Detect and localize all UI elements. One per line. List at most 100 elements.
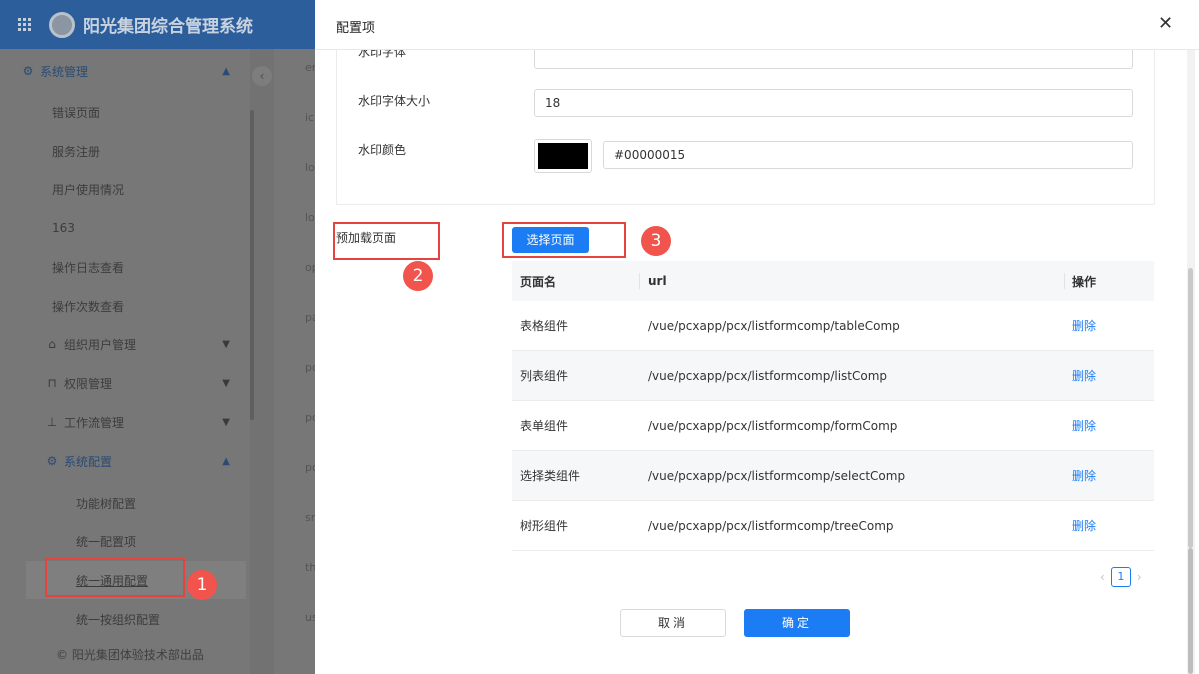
annotation-number-2: 2 (403, 261, 433, 291)
chevron-up-icon: ▲ (222, 455, 230, 467)
apps-grid-icon[interactable] (18, 17, 32, 32)
drawer-scrollbar-thumb-active[interactable] (1188, 548, 1193, 674)
cancel-button[interactable]: 取消 (620, 609, 726, 637)
sidebar-item-label: 统一按组织配置 (76, 612, 161, 627)
table-row: 树形组件 /vue/pcxapp/pcx/listformcomp/treeCo… (512, 501, 1154, 551)
delete-link[interactable]: 删除 (1072, 367, 1096, 384)
sidebar-item-label: 工作流管理 (64, 415, 125, 430)
column-divider (1064, 273, 1065, 289)
sidebar-item-operation-log[interactable]: 操作日志查看 (0, 248, 250, 286)
table-row: 表格组件 /vue/pcxapp/pcx/listformcomp/tableC… (512, 301, 1154, 351)
sidebar-item-label: 系统管理 (40, 64, 89, 79)
preload-pages-table: 页面名 url 操作 表格组件 /vue/pcxapp/pcx/listform… (512, 261, 1154, 551)
app-header: 阳光集团综合管理系统 (0, 0, 315, 49)
sidebar-scrollbar[interactable] (250, 110, 254, 420)
column-header-url: url (648, 274, 667, 288)
gear-icon: ⚙ (22, 64, 34, 78)
sidebar-item-label: 操作次数查看 (52, 299, 125, 314)
page-name-cell: 表单组件 (520, 419, 569, 433)
sidebar-item-label: 错误页面 (52, 105, 101, 120)
sidebar-section-system-config[interactable]: ⚙ 系统配置 ▲ (0, 442, 250, 480)
annotation-box-1 (45, 558, 185, 597)
sidebar-item-label: 统一配置项 (76, 534, 137, 549)
sidebar-group-workflow[interactable]: ⊥ 工作流管理 ▼ (0, 403, 250, 441)
app-title: 阳光集团综合管理系统 (83, 17, 253, 37)
page-url-cell: /vue/pcxapp/pcx/listformcomp/tableComp (648, 318, 900, 333)
page-name-cell: 列表组件 (520, 369, 569, 383)
copyright-footer: © 阳光集团体验技术部出品 (56, 648, 204, 662)
sidebar-item-label: 组织用户管理 (64, 337, 137, 352)
watermark-color-label: 水印颜色 (358, 143, 407, 157)
logo-icon (49, 11, 75, 38)
watermark-settings-card: 水印字体 水印字体大小 18 水印颜色 #00000015 (336, 39, 1155, 205)
chevron-down-icon: ▼ (222, 377, 230, 389)
table-row: 列表组件 /vue/pcxapp/pcx/listformcomp/listCo… (512, 351, 1154, 401)
close-icon[interactable]: ✕ (1158, 14, 1173, 34)
chevron-down-icon: ▼ (222, 416, 230, 428)
sidebar-item-unified-org-config[interactable]: 统一按组织配置 (0, 600, 250, 638)
chevron-down-icon: ▼ (222, 338, 230, 350)
config-drawer: 水印字体 水印字体大小 18 水印颜色 #00000015 配置项 ✕ 预加载页… (315, 0, 1199, 674)
drawer-scrollbar-thumb[interactable] (1188, 268, 1193, 548)
page-number-button[interactable]: 1 (1110, 567, 1131, 587)
delete-link[interactable]: 删除 (1072, 317, 1096, 334)
building-icon: ⌂ (48, 337, 56, 351)
workflow-icon: ⊥ (46, 415, 58, 429)
next-page-icon[interactable]: › (1137, 570, 1142, 584)
page-name-cell: 树形组件 (520, 519, 569, 533)
sidebar-section-system-management[interactable]: ⚙ 系统管理 ▲ (0, 52, 250, 90)
sidebar-item-163[interactable]: 163 (0, 209, 250, 247)
collapse-sidebar-icon[interactable]: ‹ (252, 66, 272, 86)
watermark-color-field[interactable]: #00000015 (603, 141, 1133, 169)
gear-icon: ⚙ (46, 454, 58, 468)
page-url-cell: /vue/pcxapp/pcx/listformcomp/selectComp (648, 468, 906, 483)
pagination: ‹ 1 › (1100, 567, 1142, 587)
sidebar-item-label: 用户使用情况 (52, 182, 125, 197)
column-divider (639, 273, 640, 289)
permission-icon: ⊓ (47, 376, 57, 390)
delete-link[interactable]: 删除 (1072, 417, 1096, 434)
sidebar-item-label: 操作日志查看 (52, 260, 125, 275)
sidebar-item-user-usage[interactable]: 用户使用情况 (0, 170, 250, 208)
sidebar-item-label: 163 (52, 221, 75, 235)
delete-link[interactable]: 删除 (1072, 517, 1096, 534)
sidebar-item-function-tree-config[interactable]: 功能树配置 (0, 484, 250, 522)
page-name-cell: 选择类组件 (520, 469, 581, 483)
annotation-box-2 (333, 222, 440, 260)
prev-page-icon[interactable]: ‹ (1100, 570, 1105, 584)
watermark-color-picker[interactable] (534, 139, 592, 173)
annotation-box-3 (502, 222, 626, 258)
main-fragment: lo (305, 161, 315, 174)
main-fragment: lo (305, 211, 315, 224)
column-header-operation: 操作 (1072, 274, 1097, 289)
annotation-number-3: 3 (641, 226, 671, 256)
main-content-background: er ic lo lo op pa po po po sn th us (274, 49, 319, 674)
column-header-name: 页面名 (520, 274, 557, 289)
drawer-title: 配置项 (336, 21, 376, 36)
sidebar-item-error-page[interactable]: 错误页面 (0, 93, 250, 131)
watermark-font-size-label: 水印字体大小 (358, 94, 431, 108)
table-row: 表单组件 /vue/pcxapp/pcx/listformcomp/formCo… (512, 401, 1154, 451)
drawer-header: 配置项 ✕ (315, 0, 1199, 50)
page-url-cell: /vue/pcxapp/pcx/listformcomp/formComp (648, 418, 898, 433)
table-header: 页面名 url 操作 (512, 261, 1154, 301)
page-url-cell: /vue/pcxapp/pcx/listformcomp/treeComp (648, 518, 894, 533)
sidebar-item-service-registry[interactable]: 服务注册 (0, 132, 250, 170)
sidebar-group-permission[interactable]: ⊓ 权限管理 ▼ (0, 364, 250, 402)
page-name-cell: 表格组件 (520, 319, 569, 333)
chevron-up-icon: ▲ (222, 65, 230, 77)
color-preview (538, 143, 588, 169)
sidebar-group-org-user[interactable]: ⌂ 组织用户管理 ▼ (0, 325, 250, 363)
annotation-number-1: 1 (187, 570, 217, 600)
sidebar-item-label: 服务注册 (52, 144, 101, 159)
confirm-button[interactable]: 确定 (744, 609, 850, 637)
sidebar-item-unified-config-item[interactable]: 统一配置项 (0, 522, 250, 560)
sidebar-item-label: 权限管理 (64, 376, 113, 391)
watermark-font-size-field[interactable]: 18 (534, 89, 1133, 117)
table-row: 选择类组件 /vue/pcxapp/pcx/listformcomp/selec… (512, 451, 1154, 501)
page-url-cell: /vue/pcxapp/pcx/listformcomp/listComp (648, 368, 888, 383)
delete-link[interactable]: 删除 (1072, 467, 1096, 484)
sidebar-item-operation-count[interactable]: 操作次数查看 (0, 287, 250, 325)
sidebar-item-label: 系统配置 (64, 454, 113, 469)
sidebar-item-label: 功能树配置 (76, 496, 137, 511)
